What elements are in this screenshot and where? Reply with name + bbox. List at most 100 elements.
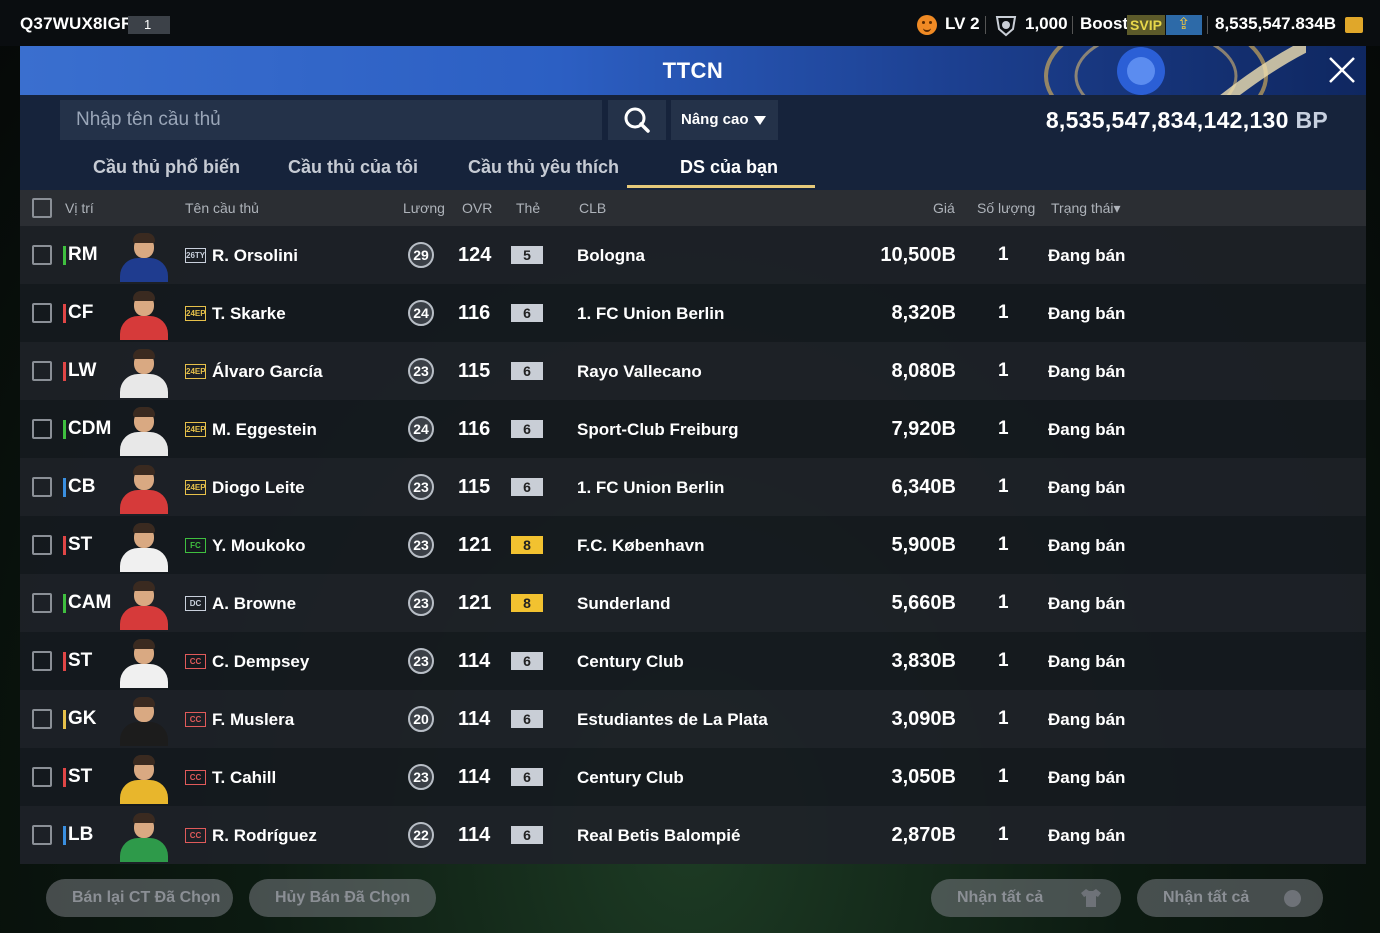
player-shirt	[120, 606, 168, 630]
row-checkbox[interactable]	[32, 651, 52, 671]
position-color-bar	[63, 710, 66, 729]
cancel-sale-selected-button[interactable]: Hủy Bán Đã Chọn	[249, 879, 436, 917]
player-avatar	[118, 462, 170, 514]
sale-status: Đang bán	[1048, 304, 1126, 323]
table-row[interactable]: RM 26TY R. Orsolini 29 124 5 Bologna 10,500B 1 Đa…	[20, 226, 1366, 284]
close-icon[interactable]	[1326, 54, 1358, 86]
table-row[interactable]: LB CC R. Rodríguez 22 114 6 Real Betis Balompi…	[20, 806, 1366, 864]
ovr-value: 114	[458, 650, 491, 672]
quantity-value: 1	[998, 360, 1009, 381]
player-name: A. Browne	[212, 594, 297, 613]
table-row[interactable]: CAM DC A. Browne 23 121 8 Sunderland 5,660B 1 Đan…	[20, 574, 1366, 632]
position-color-bar	[63, 768, 66, 787]
season-badge: 26TY	[185, 248, 206, 263]
row-checkbox[interactable]	[32, 709, 52, 729]
player-list: RM 26TY R. Orsolini 29 124 5 Bologna 10,500B 1 Đa…	[20, 226, 1366, 864]
ovr-value: 121	[458, 534, 492, 556]
quantity-value: 1	[998, 766, 1009, 787]
column-club[interactable]: CLB	[579, 200, 606, 216]
column-position[interactable]: Vị trí	[65, 200, 94, 216]
card-level-badge: 6	[511, 362, 543, 380]
wage-badge: 29	[408, 242, 434, 268]
tab-favorite-players[interactable]: Cầu thủ yêu thích	[468, 157, 619, 178]
tab-my-players[interactable]: Cầu thủ của tôi	[288, 157, 418, 178]
table-row[interactable]: ST CC T. Cahill 23 114 6 Century Club 3,050B 1 Đa…	[20, 748, 1366, 806]
column-wage[interactable]: Lương	[403, 200, 445, 216]
column-quantity[interactable]: Số lượng	[977, 200, 1035, 216]
price-value: 6,340B	[891, 476, 957, 498]
club-name: 1. FC Union Berlin	[577, 304, 725, 323]
resell-selected-button[interactable]: Bán lại CT Đã Chọn	[46, 879, 233, 917]
table-row[interactable]: CF 24EP T. Skarke 24 116 6 1. FC Union Berlin 8…	[20, 284, 1366, 342]
card-level-badge: 8	[511, 594, 543, 612]
player-shirt	[120, 780, 168, 804]
claim-all-label: Nhận tất cả	[957, 889, 1044, 906]
column-ovr[interactable]: OVR	[462, 200, 492, 216]
wage-badge: 23	[408, 648, 434, 674]
player-hair	[133, 465, 155, 475]
position-color-bar	[63, 594, 66, 613]
sale-status: Đang bán	[1048, 594, 1126, 613]
table-row[interactable]: LW 24EP Álvaro García 23 115 6 Rayo Vallecano 8…	[20, 342, 1366, 400]
player-hair	[133, 813, 155, 823]
row-checkbox[interactable]	[32, 245, 52, 265]
search-button[interactable]	[608, 100, 666, 140]
table-row[interactable]: ST FC Y. Moukoko 23 121 8 F.C. København 5,900B…	[20, 516, 1366, 574]
price-value: 2,870B	[891, 824, 957, 846]
player-position: LB	[68, 824, 94, 845]
table-row[interactable]: GK CC F. Muslera 20 114 6 Estudiantes de La Pl…	[20, 690, 1366, 748]
row-checkbox[interactable]	[32, 593, 52, 613]
advanced-filter-button[interactable]: Nâng cao	[671, 100, 778, 140]
position-color-bar	[63, 826, 66, 845]
player-position: CB	[68, 476, 96, 497]
ovr-value: 124	[458, 244, 492, 266]
bp-amount: 8,535,547,834,142,130	[1045, 107, 1289, 133]
player-position: CF	[68, 302, 94, 323]
card-level-badge: 5	[511, 246, 543, 264]
row-checkbox[interactable]	[32, 767, 52, 787]
row-checkbox[interactable]	[32, 303, 52, 323]
column-name[interactable]: Tên cầu thủ	[185, 200, 259, 216]
player-position: ST	[68, 650, 93, 671]
row-checkbox[interactable]	[32, 361, 52, 381]
boost-upgrade-icon[interactable]	[1166, 14, 1202, 35]
season-badge: CC	[185, 828, 206, 843]
wage-badge: 20	[408, 706, 434, 732]
claim-all-players-button[interactable]: Nhận tất cả	[931, 879, 1121, 917]
select-all-checkbox[interactable]	[32, 198, 52, 218]
column-price[interactable]: Giá	[933, 200, 955, 216]
row-checkbox[interactable]	[32, 419, 52, 439]
claim-all-currency-button[interactable]: Nhận tất cả	[1137, 879, 1323, 917]
price-value: 3,050B	[891, 766, 957, 788]
player-shirt	[120, 374, 168, 398]
quantity-value: 1	[998, 534, 1009, 555]
tab-popular-players[interactable]: Cầu thủ phổ biến	[93, 157, 240, 178]
ovr-value: 115	[458, 360, 491, 382]
column-card[interactable]: Thẻ	[516, 200, 540, 216]
table-row[interactable]: CDM 24EP M. Eggestein 24 116 6 Sport-Club Frei…	[20, 400, 1366, 458]
table-row[interactable]: CB 24EP Diogo Leite 23 115 6 1. FC Union Berli…	[20, 458, 1366, 516]
divider	[1207, 16, 1208, 34]
row-checkbox[interactable]	[32, 477, 52, 497]
player-avatar	[118, 230, 170, 282]
season-badge: CC	[185, 712, 206, 727]
wage-badge: 24	[408, 416, 434, 442]
price-value: 5,660B	[891, 592, 957, 614]
price-value: 8,080B	[891, 360, 957, 382]
tab-your-list[interactable]: DS của bạn	[680, 157, 778, 178]
row-checkbox[interactable]	[32, 535, 52, 555]
card-level-badge: 6	[511, 710, 543, 728]
ovr-value: 116	[458, 418, 491, 440]
ovr-value: 115	[458, 476, 491, 498]
row-checkbox[interactable]	[32, 825, 52, 845]
column-status[interactable]: Trạng thái▾	[1051, 200, 1121, 217]
bottom-actions: Bán lại CT Đã Chọn Hủy Bán Đã Chọn Nhận …	[20, 864, 1366, 933]
table-row[interactable]: ST CC C. Dempsey 23 114 6 Century Club 3,830B 1 Đ…	[20, 632, 1366, 690]
ovr-value: 114	[458, 824, 491, 846]
position-color-bar	[63, 246, 66, 265]
coin-icon	[1345, 17, 1363, 33]
svip-badge[interactable]: SVIP	[1127, 15, 1165, 35]
player-shirt	[120, 548, 168, 572]
search-input[interactable]	[60, 100, 602, 140]
sale-status: Đang bán	[1048, 768, 1126, 787]
